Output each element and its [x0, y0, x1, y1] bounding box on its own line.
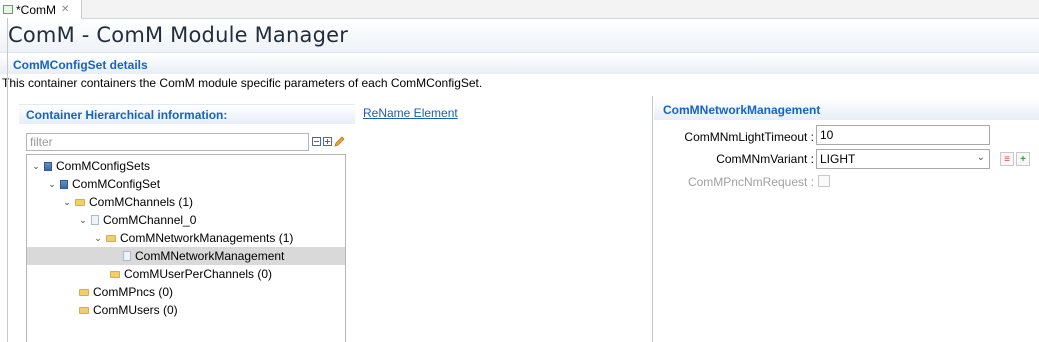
tree-item-comm-config-sets[interactable]: ⌄ ComMConfigSets: [31, 157, 150, 175]
section-title: ComMConfigSet details: [13, 58, 148, 72]
rename-element-link[interactable]: ReName Element: [363, 106, 458, 120]
tree-item-label: ComMConfigSets: [56, 159, 151, 173]
tree-item-comm-channel-0[interactable]: ⌄ ComMChannel_0: [78, 211, 196, 229]
folder-icon: [110, 270, 120, 278]
variant-value: LIGHT: [820, 152, 856, 166]
editor-header: ComM - ComM Module Manager: [0, 19, 1039, 53]
chevron-down-icon[interactable]: ⌄: [977, 152, 985, 163]
tree-item-label: ComMUsers (0): [93, 303, 178, 317]
expand-all-icon[interactable]: [323, 137, 332, 146]
hierarchy-tree[interactable]: ⌄ ComMConfigSets ⌄ ComMConfigSet ⌄ ComMC…: [26, 154, 346, 342]
variant-select[interactable]: LIGHT ⌄: [816, 149, 990, 169]
chevron-down-icon[interactable]: ⌄: [62, 197, 72, 208]
left-divider: [7, 18, 8, 342]
editor-file-icon: [3, 5, 13, 14]
light-timeout-label: ComMNmLightTimeout :: [684, 130, 814, 144]
document-icon: [91, 215, 99, 225]
tree-item-label: ComMUserPerChannels (0): [124, 267, 273, 281]
tree-item-comm-config-set[interactable]: ⌄ ComMConfigSet: [47, 175, 160, 193]
tree-item-label: ComMChannel_0: [103, 213, 197, 227]
folder-icon: [79, 306, 89, 314]
chevron-down-icon[interactable]: ⌄: [47, 179, 57, 190]
tab-label: *ComM: [16, 2, 57, 17]
tree-item-comm-users[interactable]: ComMUsers (0): [79, 301, 178, 319]
close-icon[interactable]: ✕: [61, 4, 69, 15]
light-timeout-input[interactable]: [816, 125, 990, 145]
pnc-nm-request-checkbox[interactable]: [818, 175, 830, 187]
tree-item-comm-user-per-channels[interactable]: ComMUserPerChannels (0): [110, 265, 272, 283]
plus-icon: +: [1020, 153, 1026, 165]
tree-item-label: ComMChannels (1): [89, 195, 194, 209]
chevron-down-icon[interactable]: ⌄: [93, 233, 103, 244]
remove-variant-button[interactable]: ≡: [1000, 152, 1014, 166]
tab-comm[interactable]: *ComM ✕: [0, 0, 82, 19]
tree-item-comm-network-management[interactable]: ComMNetworkManagement: [27, 247, 345, 265]
remove-icon: ≡: [1004, 153, 1010, 165]
folder-icon: [106, 234, 116, 242]
chevron-down-icon[interactable]: ⌄: [78, 215, 88, 226]
tree-item-label: ComMNetworkManagements (1): [120, 231, 294, 245]
chevron-down-icon[interactable]: ⌄: [31, 161, 41, 172]
document-icon: [123, 251, 131, 261]
edit-pencil-icon[interactable]: [334, 136, 345, 147]
network-management-title: ComMNetworkManagement: [663, 103, 821, 117]
tree-item-comm-network-managements[interactable]: ⌄ ComMNetworkManagements (1): [93, 229, 293, 247]
tree-item-label: ComMPncs (0): [93, 285, 174, 299]
tree-item-comm-channels[interactable]: ⌄ ComMChannels (1): [62, 193, 193, 211]
filter-input[interactable]: [26, 133, 309, 151]
section-description: This container containers the ComM modul…: [2, 76, 483, 90]
blue-module-icon: [60, 179, 68, 189]
collapse-all-icon[interactable]: [312, 137, 321, 146]
blue-module-icon: [44, 161, 52, 171]
page-title: ComM - ComM Module Manager: [8, 23, 349, 47]
variant-label: ComMNmVariant :: [716, 152, 814, 166]
tree-item-label: ComMNetworkManagement: [135, 249, 285, 263]
folder-icon: [75, 198, 85, 206]
pnc-nm-request-label: ComMPncNmRequest :: [687, 175, 814, 189]
tree-item-comm-pncs[interactable]: ComMPncs (0): [79, 283, 173, 301]
folder-icon: [79, 288, 89, 296]
section-header: [0, 54, 1039, 74]
container-title: Container Hierarchical information:: [26, 108, 228, 122]
tree-item-label: ComMConfigSet: [72, 177, 161, 191]
add-variant-button[interactable]: +: [1016, 152, 1030, 166]
editor-tab-bar: *ComM ✕: [0, 0, 1039, 19]
panel-divider: [652, 96, 653, 342]
